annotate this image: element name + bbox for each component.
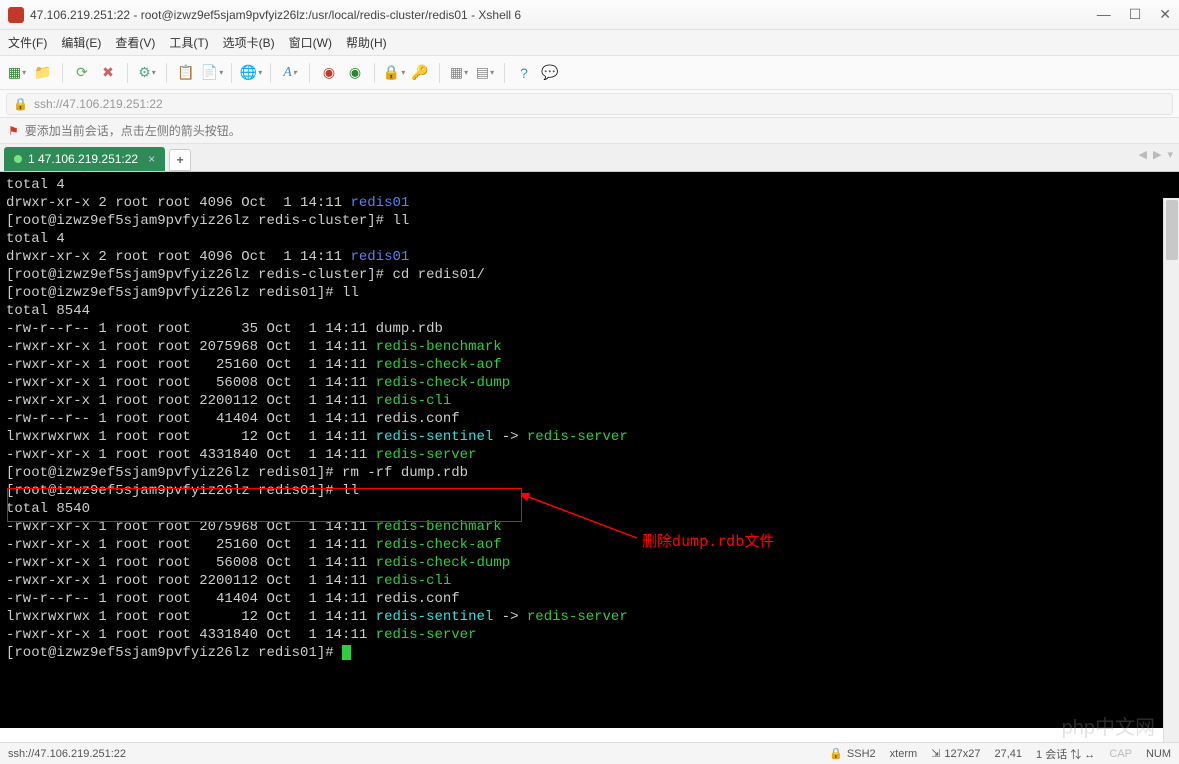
tab-next-icon[interactable]: ▶	[1153, 148, 1161, 161]
open-icon[interactable]: 📁	[32, 62, 54, 84]
terminal-line: -rwxr-xr-x 1 root root 4331840 Oct 1 14:…	[6, 626, 1173, 644]
tab-menu-icon[interactable]: ▾	[1167, 148, 1173, 161]
terminal-scrollbar[interactable]	[1163, 198, 1179, 754]
terminal-line: [root@izwz9ef5sjam9pvfyiz26lz redis01]# …	[6, 482, 1173, 500]
lock-icon[interactable]: 🔒▾	[383, 62, 405, 84]
terminal-line: total 8544	[6, 302, 1173, 320]
menu-edit[interactable]: 编辑(E)	[61, 34, 101, 51]
address-text: ssh://47.106.219.251:22	[34, 97, 163, 111]
paste-icon[interactable]: 📄▾	[201, 62, 223, 84]
font-icon[interactable]: A▾	[279, 62, 301, 84]
xftp-icon[interactable]: ◉	[318, 62, 340, 84]
terminal-line: lrwxrwxrwx 1 root root 12 Oct 1 14:11 re…	[6, 608, 1173, 626]
app-icon	[8, 7, 24, 23]
status-pos: 27,41	[994, 748, 1022, 760]
ssl-lock-icon: 🔒	[13, 97, 28, 111]
close-button[interactable]: ✕	[1159, 6, 1171, 23]
scroll-thumb[interactable]	[1166, 200, 1178, 260]
terminal-line: -rwxr-xr-x 1 root root 2200112 Oct 1 14:…	[6, 572, 1173, 590]
terminal-line: [root@izwz9ef5sjam9pvfyiz26lz redis01]# …	[6, 284, 1173, 302]
session-hint-text: 要添加当前会话，点击左侧的箭头按钮。	[25, 122, 241, 139]
terminal-line: drwxr-xr-x 2 root root 4096 Oct 1 14:11 …	[6, 194, 1173, 212]
status-dot-icon	[14, 155, 22, 163]
session-tab[interactable]: 1 47.106.219.251:22 ×	[4, 147, 165, 171]
status-cap: CAP	[1109, 748, 1132, 760]
terminal-line: [root@izwz9ef5sjam9pvfyiz26lz redis-clus…	[6, 266, 1173, 284]
window-title: 47.106.219.251:22 - root@izwz9ef5sjam9pv…	[30, 8, 1097, 22]
menu-window[interactable]: 窗口(W)	[289, 34, 332, 51]
menu-bar: 文件(F) 编辑(E) 查看(V) 工具(T) 选项卡(B) 窗口(W) 帮助(…	[0, 30, 1179, 56]
layout-icon[interactable]: ▤▾	[474, 62, 496, 84]
terminal-line: total 4	[6, 230, 1173, 248]
terminal-line: -rw-r--r-- 1 root root 35 Oct 1 14:11 du…	[6, 320, 1173, 338]
help-icon[interactable]: ?	[513, 62, 535, 84]
tab-nav: ◀ ▶ ▾	[1139, 148, 1173, 161]
status-term: xterm	[890, 748, 918, 760]
status-session: 1 会话 ⇅ ↔	[1036, 746, 1095, 762]
menu-view[interactable]: 查看(V)	[115, 34, 155, 51]
terminal-line: -rwxr-xr-x 1 root root 2200112 Oct 1 14:…	[6, 392, 1173, 410]
terminal-line: [root@izwz9ef5sjam9pvfyiz26lz redis01]# …	[6, 464, 1173, 482]
menu-help[interactable]: 帮助(H)	[346, 34, 387, 51]
tab-close-icon[interactable]: ×	[148, 152, 155, 166]
terminal-line: [root@izwz9ef5sjam9pvfyiz26lz redis01]#	[6, 644, 1173, 662]
tab-bar: 1 47.106.219.251:22 × + ◀ ▶ ▾	[0, 144, 1179, 172]
properties-icon[interactable]: ⚙▾	[136, 62, 158, 84]
menu-tabs[interactable]: 选项卡(B)	[223, 34, 275, 51]
terminal-line: [root@izwz9ef5sjam9pvfyiz26lz redis-clus…	[6, 212, 1173, 230]
new-session-icon[interactable]: ▦▾	[6, 62, 28, 84]
new-tab-button[interactable]: +	[169, 149, 191, 171]
title-bar: 47.106.219.251:22 - root@izwz9ef5sjam9pv…	[0, 0, 1179, 30]
key-icon[interactable]: 🔑	[409, 62, 431, 84]
chat-icon[interactable]: 💬	[539, 62, 561, 84]
terminal-line: -rwxr-xr-x 1 root root 4331840 Oct 1 14:…	[6, 446, 1173, 464]
disconnect-icon[interactable]: ✖	[97, 62, 119, 84]
maximize-button[interactable]: ☐	[1129, 6, 1142, 23]
terminal-line: lrwxrwxrwx 1 root root 12 Oct 1 14:11 re…	[6, 428, 1173, 446]
status-bar: ssh://47.106.219.251:22 🔒SSH2 xterm ⇲127…	[0, 742, 1179, 764]
annotation-label: 删除dump.rdb文件	[642, 530, 774, 551]
minimize-button[interactable]: —	[1097, 6, 1111, 23]
menu-tools[interactable]: 工具(T)	[169, 34, 208, 51]
window-controls: — ☐ ✕	[1097, 6, 1171, 23]
session-hint-bar: ⚑ 要添加当前会话，点击左侧的箭头按钮。	[0, 118, 1179, 144]
menu-file[interactable]: 文件(F)	[8, 34, 47, 51]
terminal-line: -rwxr-xr-x 1 root root 56008 Oct 1 14:11…	[6, 374, 1173, 392]
status-ssh: 🔒SSH2	[829, 747, 875, 760]
address-bar: 🔒 ssh://47.106.219.251:22	[0, 90, 1179, 118]
terminal-line: -rwxr-xr-x 1 root root 25160 Oct 1 14:11…	[6, 356, 1173, 374]
status-address: ssh://47.106.219.251:22	[8, 748, 126, 760]
terminal-line: total 8540	[6, 500, 1173, 518]
tab-prev-icon[interactable]: ◀	[1139, 148, 1147, 161]
terminal-line: -rwxr-xr-x 1 root root 2075968 Oct 1 14:…	[6, 518, 1173, 536]
copy-icon[interactable]: 📋	[175, 62, 197, 84]
terminal-line: -rwxr-xr-x 1 root root 2075968 Oct 1 14:…	[6, 338, 1173, 356]
terminal-line: -rw-r--r-- 1 root root 41404 Oct 1 14:11…	[6, 590, 1173, 608]
terminal-line: total 4	[6, 176, 1173, 194]
status-size: ⇲127x27	[931, 747, 980, 760]
address-field[interactable]: 🔒 ssh://47.106.219.251:22	[6, 93, 1173, 115]
terminal-line: -rw-r--r-- 1 root root 41404 Oct 1 14:11…	[6, 410, 1173, 428]
xagent-icon[interactable]: ◉	[344, 62, 366, 84]
terminal-line: drwxr-xr-x 2 root root 4096 Oct 1 14:11 …	[6, 248, 1173, 266]
grid-icon[interactable]: ▦▾	[448, 62, 470, 84]
reconnect-icon[interactable]: ⟳	[71, 62, 93, 84]
toolbar: ▦▾ 📁 ⟳ ✖ ⚙▾ 📋 📄▾ 🌐▾ A▾ ◉ ◉ 🔒▾ 🔑 ▦▾ ▤▾ ? …	[0, 56, 1179, 90]
find-icon[interactable]: 🌐▾	[240, 62, 262, 84]
terminal-line: -rwxr-xr-x 1 root root 56008 Oct 1 14:11…	[6, 554, 1173, 572]
terminal-line: -rwxr-xr-x 1 root root 25160 Oct 1 14:11…	[6, 536, 1173, 554]
tab-label: 1 47.106.219.251:22	[28, 152, 138, 166]
status-num: NUM	[1146, 748, 1171, 760]
terminal[interactable]: total 4drwxr-xr-x 2 root root 4096 Oct 1…	[0, 172, 1179, 728]
flag-icon: ⚑	[8, 124, 19, 138]
